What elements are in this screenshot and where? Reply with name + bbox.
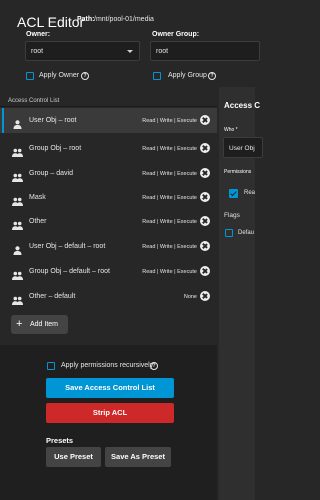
help-icon[interactable]: ? — [150, 362, 158, 370]
acl-list-item[interactable]: Other – default None — [0, 284, 217, 309]
acl-list-item[interactable]: Mask Read | Write | Execute — [0, 185, 217, 210]
default-flag-checkbox[interactable] — [225, 229, 233, 237]
path-value: /mnt/pool-01/media — [94, 16, 154, 23]
acl-item-permissions: Read | Write | Execute — [142, 244, 197, 250]
acl-section-label: Access Control List — [8, 98, 60, 104]
acl-item-permissions: None — [183, 294, 197, 300]
use-preset-button[interactable]: Use Preset — [46, 447, 101, 467]
save-acl-button[interactable]: Save Access Control List — [46, 378, 174, 398]
who-select-value: User Obj — [229, 145, 255, 152]
acl-list-item[interactable]: Group Obj – default – root Read | Write |… — [0, 259, 217, 284]
acl-list-item[interactable]: Group Obj – root Read | Write | Execute — [0, 136, 217, 161]
group-icon — [12, 169, 23, 182]
flags-label: Flags — [224, 212, 240, 219]
add-item-label: Add Item — [30, 321, 59, 328]
owner-select-value: root — [31, 48, 44, 55]
group-icon — [12, 193, 23, 206]
remove-icon[interactable] — [200, 291, 210, 301]
owner-group-select-value: root — [156, 48, 169, 55]
acl-list-item[interactable]: Other Read | Write | Execute — [0, 209, 217, 234]
save-as-preset-button[interactable]: Save As Preset — [105, 447, 171, 467]
apply-group-label: Apply Group — [168, 72, 207, 79]
remove-icon[interactable] — [200, 241, 210, 251]
acl-item-name: Mask — [29, 194, 46, 201]
acl-item-permissions: Read | Write | Execute — [142, 269, 197, 275]
strip-acl-button[interactable]: Strip ACL — [46, 403, 174, 423]
group-icon — [12, 267, 23, 280]
acl-item-permissions: Read | Write | Execute — [142, 118, 197, 124]
acl-item-permissions: Read | Write | Execute — [142, 146, 197, 152]
apply-owner-label: Apply Owner — [39, 72, 80, 79]
who-label: Who * — [224, 127, 238, 133]
acl-item-permissions: Read | Write | Execute — [142, 195, 197, 201]
user-icon — [12, 242, 23, 255]
path-label: Path: — [77, 16, 95, 23]
add-item-button[interactable]: + Add Item — [11, 315, 68, 334]
acl-item-name: User Obj – root — [29, 117, 77, 124]
owner-group-label: Owner Group: — [152, 31, 200, 38]
help-icon[interactable]: ? — [81, 72, 89, 80]
owner-select[interactable]: root — [25, 41, 140, 61]
acl-list-item[interactable]: Group – david Read | Write | Execute — [0, 161, 217, 186]
remove-icon[interactable] — [200, 216, 210, 226]
default-flag-label: Defau — [238, 230, 255, 236]
owner-group-select[interactable]: root — [150, 41, 260, 61]
acl-item-name: Group – david — [29, 170, 73, 177]
apply-group-checkbox[interactable] — [153, 72, 161, 80]
remove-icon[interactable] — [200, 266, 210, 276]
acl-item-name: Other – default — [29, 293, 76, 300]
group-icon — [12, 217, 23, 230]
acl-item-permissions: Read | Write | Execute — [142, 219, 197, 225]
read-checkbox[interactable] — [229, 189, 238, 198]
remove-icon[interactable] — [200, 168, 210, 178]
remove-icon[interactable] — [200, 115, 210, 125]
group-icon — [12, 144, 23, 157]
read-label: Rea — [244, 190, 256, 196]
apply-recursively-checkbox[interactable] — [47, 362, 55, 370]
permissions-label: Permissions — [224, 169, 252, 175]
acl-item-permissions: Read | Write | Execute — [142, 171, 197, 177]
remove-icon[interactable] — [200, 192, 210, 202]
acl-list-item[interactable]: User Obj – default – root Read | Write | … — [0, 234, 217, 259]
acl-item-name: Other — [29, 218, 47, 225]
acl-item-name: Group Obj – root — [29, 145, 82, 152]
acl-list-item[interactable]: User Obj – root Read | Write | Execute — [0, 108, 217, 133]
plus-icon: + — [16, 318, 23, 330]
acl-item-name: Group Obj – default – root — [29, 268, 110, 275]
help-icon[interactable]: ? — [208, 72, 216, 80]
chevron-down-icon — [127, 50, 133, 53]
page-title: ACL Editor — [17, 14, 85, 30]
user-icon — [12, 116, 23, 129]
presets-label: Presets — [46, 436, 74, 445]
acl-item-name: User Obj – default – root — [29, 243, 106, 250]
selection-indicator — [2, 108, 4, 133]
apply-recursively-label: Apply permissions recursively — [61, 362, 154, 369]
ace-panel-title: Access C — [224, 101, 261, 110]
owner-label: Owner: — [26, 31, 51, 38]
group-icon — [12, 292, 23, 305]
apply-owner-checkbox[interactable] — [26, 72, 34, 80]
who-select[interactable]: User Obj — [223, 137, 263, 158]
remove-icon[interactable] — [200, 143, 210, 153]
